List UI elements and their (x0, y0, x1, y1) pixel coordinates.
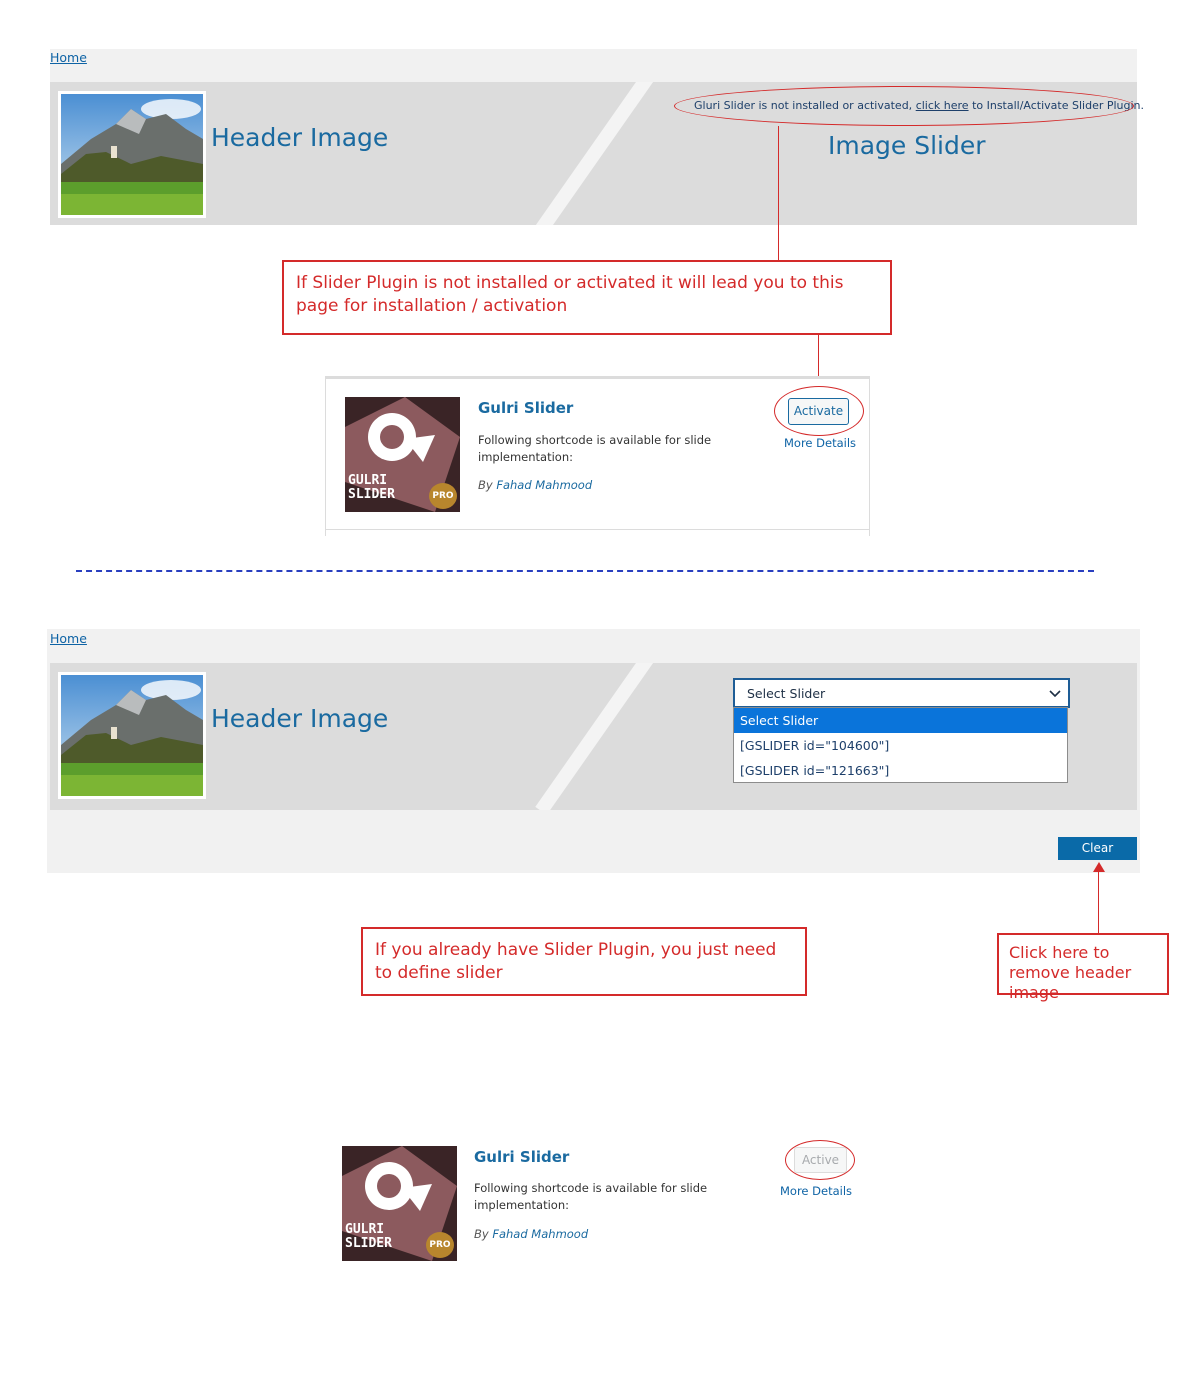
card-divider (326, 529, 869, 530)
plugin-author: By Fahad Mahmood (478, 478, 592, 492)
annotation-define-note: If you already have Slider Plugin, you j… (361, 927, 807, 996)
annotation-remove-note: Click here to remove header image (997, 933, 1169, 1002)
slider-options-list: Select Slider [GSLIDER id="104600"] [GSL… (733, 707, 1068, 783)
slider-option[interactable]: Select Slider (734, 708, 1067, 733)
gulri-slider-logo: GULRI SLIDER PRO (345, 397, 460, 512)
plugin-author-2: By Fahad Mahmood (474, 1227, 588, 1241)
author-link[interactable]: Fahad Mahmood (492, 1227, 588, 1241)
logo-text-line1: GULRI (348, 473, 388, 488)
gulri-slider-logo-2: GULRI SLIDER PRO (342, 1146, 457, 1261)
arrow-up-icon (1093, 862, 1105, 872)
author-prefix: By (474, 1227, 489, 1241)
breadcrumb-home-link-2[interactable]: Home (50, 631, 87, 646)
author-prefix: By (478, 478, 493, 492)
logo-text: GULRI SLIDER (348, 474, 395, 502)
header-image-label: Header Image (211, 123, 389, 152)
pro-badge: PRO (426, 1232, 454, 1258)
chevron-down-icon (1049, 690, 1061, 698)
landscape-photo-icon (61, 94, 203, 215)
logo-text: GULRI SLIDER (345, 1223, 392, 1251)
annotation-connector (1098, 870, 1099, 933)
active-highlight-ellipse (785, 1140, 855, 1180)
annotation-install-note: If Slider Plugin is not installed or act… (282, 260, 892, 335)
more-details-link-2[interactable]: More Details (780, 1184, 852, 1198)
section-separator (76, 570, 1094, 572)
header-image-label-2: Header Image (211, 704, 389, 733)
breadcrumb-home-link[interactable]: Home (50, 50, 87, 65)
diagonal-divider (535, 663, 662, 810)
slider-option[interactable]: [GSLIDER id="121663"] (734, 758, 1067, 783)
plugin-description-2: Following shortcode is available for sli… (474, 1181, 708, 1212)
more-details-link[interactable]: More Details (784, 436, 856, 450)
logo-text-line2: SLIDER (348, 487, 395, 502)
author-link[interactable]: Fahad Mahmood (496, 478, 592, 492)
slider-option[interactable]: [GSLIDER id="104600"] (734, 733, 1067, 758)
header-image-thumbnail[interactable] (58, 91, 206, 218)
activate-highlight-ellipse (774, 386, 864, 436)
logo-text-line2: SLIDER (345, 1236, 392, 1251)
clear-button[interactable]: Clear (1058, 837, 1137, 860)
annotation-connector (778, 126, 779, 260)
landscape-photo-icon (61, 675, 203, 796)
plugin-name-2[interactable]: Gulri Slider (474, 1148, 569, 1166)
diagonal-divider (535, 82, 662, 225)
pro-badge: PRO (429, 483, 457, 509)
notice-highlight-ellipse (674, 86, 1134, 126)
slider-select[interactable]: Select Slider (733, 678, 1070, 708)
logo-text-line1: GULRI (345, 1222, 385, 1237)
plugin-name[interactable]: Gulri Slider (478, 399, 573, 417)
select-value: Select Slider (747, 686, 826, 701)
plugin-description: Following shortcode is available for sli… (478, 433, 712, 464)
header-image-thumbnail-2[interactable] (58, 672, 206, 799)
image-slider-label: Image Slider (828, 131, 986, 160)
